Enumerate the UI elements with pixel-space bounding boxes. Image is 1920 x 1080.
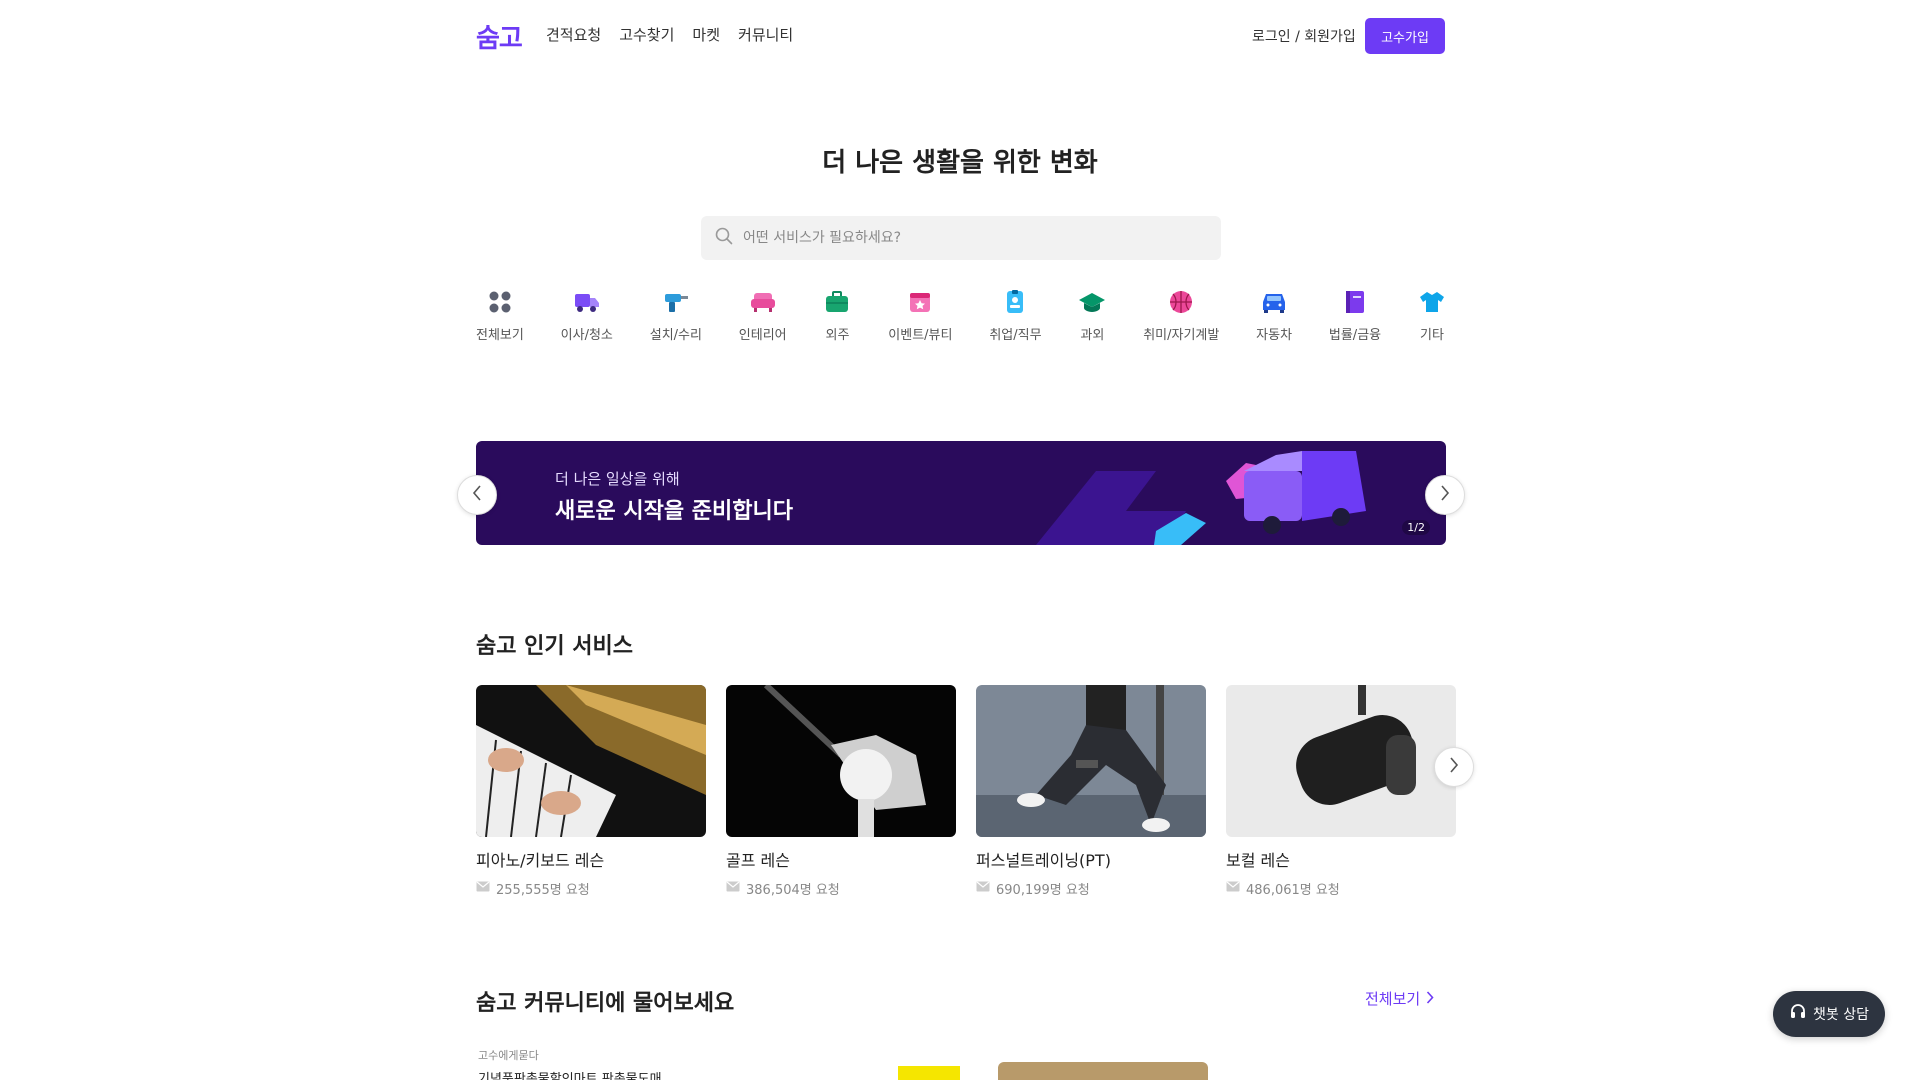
headset-icon (1789, 1003, 1807, 1025)
chatbot-label: 챗봇 상담 (1813, 1007, 1869, 1023)
service-card-vocal[interactable]: 보컬 레슨 486,061명 요청 (1226, 685, 1456, 898)
search-bar[interactable] (701, 216, 1221, 260)
request-count: 486,061명 요청 (1246, 883, 1340, 898)
chevron-right-icon (1440, 485, 1450, 505)
tshirt-icon (1418, 288, 1446, 316)
banner-title: 새로운 시작을 준비합니다 (555, 499, 793, 524)
service-title: 보컬 레슨 (1226, 851, 1290, 870)
post-category-tag: 고수에게묻다 (478, 1049, 539, 1062)
category-label: 이벤트/뷰티 (888, 328, 953, 343)
request-count: 690,199명 요청 (996, 883, 1090, 898)
grid-dots-icon (486, 288, 514, 316)
post-thumbnail[interactable] (898, 1066, 960, 1080)
truck-icon (573, 288, 601, 316)
envelope-icon (1226, 881, 1240, 896)
service-card-golf[interactable]: 골프 레슨 386,504명 요청 (726, 685, 956, 898)
main-nav: 견적요청 고수찾기 마켓 커뮤니티 (546, 24, 793, 45)
category-hobby[interactable]: 취미/자기계발 (1143, 288, 1219, 343)
category-outsourcing[interactable]: 외주 (823, 288, 851, 343)
category-law-finance[interactable]: 법률/금융 (1329, 288, 1381, 343)
service-meta: 255,555명 요청 (476, 879, 706, 898)
service-meta: 486,061명 요청 (1226, 879, 1456, 898)
category-label: 과외 (1080, 328, 1105, 343)
request-count: 386,504명 요청 (746, 883, 840, 898)
service-meta: 386,504명 요청 (726, 879, 956, 898)
hero-title: 더 나은 생활을 위한 변화 (822, 148, 1098, 178)
category-label: 이사/청소 (560, 328, 613, 343)
promo-banner[interactable]: 더 나은 일상을 위해 새로운 시작을 준비합니다 1/2 (476, 441, 1446, 545)
basketball-icon (1167, 288, 1195, 316)
category-label: 인테리어 (738, 328, 787, 343)
nav-quote-request[interactable]: 견적요청 (546, 24, 601, 45)
request-count: 255,555명 요청 (496, 883, 590, 898)
category-label: 취업/직무 (989, 328, 1042, 343)
category-install-repair[interactable]: 설치/수리 (650, 288, 702, 343)
category-etc[interactable]: 기타 (1418, 288, 1446, 343)
service-card-piano[interactable]: 피아노/키보드 레슨 255,555명 요청 (476, 685, 706, 898)
service-title: 퍼스널트레이닝(PT) (976, 851, 1111, 870)
popular-section-title: 숨고 인기 서비스 (476, 634, 633, 659)
graduation-cap-icon (1078, 288, 1106, 316)
post-thumbnail[interactable] (998, 1062, 1208, 1080)
logo[interactable]: 숨고 (476, 18, 523, 55)
category-list: 전체보기 이사/청소 설치/수리 인테리어 외주 이벤트/뷰티 취업/직무 과외… (476, 288, 1446, 343)
piano-image (476, 685, 706, 837)
category-label: 설치/수리 (649, 328, 702, 343)
sofa-icon (749, 288, 777, 316)
nav-market[interactable]: 마켓 (692, 24, 720, 45)
category-label: 전체보기 (476, 328, 524, 343)
id-badge-icon (1001, 288, 1029, 316)
pro-signup-button[interactable]: 고수가입 (1365, 18, 1445, 54)
category-interior[interactable]: 인테리어 (739, 288, 787, 343)
community-section-title: 숨고 커뮤니티에 물어보세요 (476, 991, 735, 1016)
category-label: 자동차 (1256, 328, 1293, 343)
banner-subtitle: 더 나은 일상을 위해 (555, 470, 680, 488)
chevron-right-icon (1449, 757, 1459, 777)
category-tutoring[interactable]: 과외 (1078, 288, 1106, 343)
book-icon (1341, 288, 1369, 316)
community-see-all-link[interactable]: 전체보기 (1365, 988, 1434, 1009)
post-title[interactable]: 기념품판촉물할인마트 판촉물도매 (478, 1068, 662, 1080)
service-title: 골프 레슨 (726, 851, 790, 870)
top-header: 숨고 견적요청 고수찾기 마켓 커뮤니티 로그인 / 회원가입 고수가입 (0, 0, 1920, 70)
nav-find-pro[interactable]: 고수찾기 (619, 24, 674, 45)
envelope-icon (476, 881, 490, 896)
envelope-icon (976, 881, 990, 896)
chatbot-button[interactable]: 챗봇 상담 (1773, 991, 1885, 1037)
search-input[interactable] (743, 230, 1203, 246)
category-event-beauty[interactable]: 이벤트/뷰티 (888, 288, 952, 343)
vocal-image (1226, 685, 1456, 837)
chevron-right-icon (1426, 990, 1434, 1008)
service-title: 피아노/키보드 레슨 (476, 851, 605, 870)
category-label: 기타 (1419, 328, 1444, 343)
personal-training-image (976, 685, 1206, 837)
golf-image (726, 685, 956, 837)
banner-next-button[interactable] (1425, 475, 1465, 515)
category-label: 외주 (825, 328, 850, 343)
login-signup-link[interactable]: 로그인 / 회원가입 (1252, 26, 1356, 46)
banner-prev-button[interactable] (457, 475, 497, 515)
category-label: 취미/자기계발 (1143, 328, 1220, 343)
service-card-pt[interactable]: 퍼스널트레이닝(PT) 690,199명 요청 (976, 685, 1206, 898)
category-car[interactable]: 자동차 (1256, 288, 1292, 343)
banner-illustration (1036, 451, 1366, 545)
category-job[interactable]: 취업/직무 (989, 288, 1042, 343)
briefcase-icon (823, 288, 851, 316)
nav-community[interactable]: 커뮤니티 (738, 24, 793, 45)
calendar-star-icon (906, 288, 934, 316)
chevron-left-icon (472, 485, 482, 505)
search-icon (715, 227, 733, 249)
banner-page-indicator: 1/2 (1402, 520, 1430, 535)
see-all-label: 전체보기 (1365, 990, 1421, 1008)
service-meta: 690,199명 요청 (976, 879, 1206, 898)
category-all[interactable]: 전체보기 (476, 288, 524, 343)
category-moving-cleaning[interactable]: 이사/청소 (561, 288, 613, 343)
category-label: 법률/금융 (1328, 328, 1382, 343)
drill-icon (662, 288, 690, 316)
popular-next-button[interactable] (1434, 747, 1474, 787)
car-icon (1260, 288, 1288, 316)
envelope-icon (726, 881, 740, 896)
